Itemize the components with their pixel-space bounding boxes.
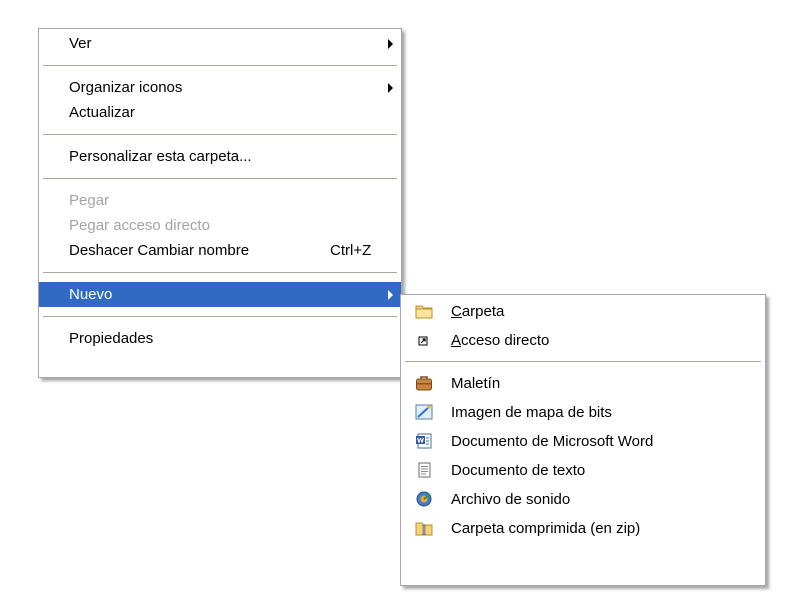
briefcase-icon: [416, 376, 432, 391]
sound-file-icon: [416, 491, 432, 507]
submenu-item-documento-texto[interactable]: Documento de texto: [401, 456, 765, 485]
menu-item-pegar: Pegar: [39, 188, 401, 213]
svg-text:W: W: [417, 437, 424, 445]
submenu-item-maletin[interactable]: Maletín: [401, 369, 765, 398]
menu-item-organizar-iconos[interactable]: Organizar iconos: [39, 75, 401, 100]
submenu-item-label: Documento de Microsoft Word: [451, 433, 654, 450]
submenu-item-acceso-directo[interactable]: Acceso directo: [401, 326, 765, 355]
submenu-item-label: Imagen de mapa de bits: [451, 404, 612, 421]
menu-item-pegar-acceso-directo: Pegar acceso directo: [39, 213, 401, 238]
menu-separator: [43, 178, 397, 179]
menu-item-label: Ver: [69, 35, 92, 52]
submenu-item-documento-word[interactable]: W Documento de Microsoft Word: [401, 427, 765, 456]
menu-item-label: Actualizar: [69, 104, 135, 121]
access-key-letter: A: [451, 332, 462, 349]
submenu-separator: [405, 361, 761, 362]
submenu-arrow-icon: [388, 39, 393, 49]
menu-item-label: Propiedades: [69, 330, 154, 347]
menu-item-label: Pegar: [69, 192, 110, 209]
menu-item-label: Deshacer Cambiar nombre: [69, 242, 250, 259]
context-menu: Ver Organizar iconos Actualizar Personal…: [38, 28, 402, 378]
submenu-item-carpeta[interactable]: Carpeta: [401, 297, 765, 326]
submenu-item-carpeta-comprimida[interactable]: Carpeta comprimida (en zip): [401, 514, 765, 543]
submenu-item-label: Carpeta comprimida (en zip): [451, 520, 641, 537]
menu-item-propiedades[interactable]: Propiedades: [39, 326, 401, 351]
word-document-icon: W: [416, 433, 432, 449]
zip-folder-icon: [415, 522, 433, 536]
menu-separator: [43, 316, 397, 317]
submenu-nuevo: Carpeta Acceso directo Maletín Imagen de…: [400, 294, 766, 586]
menu-item-personalizar[interactable]: Personalizar esta carpeta...: [39, 144, 401, 169]
menu-item-nuevo[interactable]: Nuevo: [39, 282, 401, 307]
access-key-letter: C: [451, 303, 462, 320]
menu-item-shortcut: Ctrl+Z: [330, 242, 372, 259]
submenu-item-imagen-mapa-bits[interactable]: Imagen de mapa de bits: [401, 398, 765, 427]
menu-separator: [43, 134, 397, 135]
bitmap-image-icon: [415, 404, 433, 420]
submenu-item-label: Documento de texto: [451, 462, 586, 479]
menu-item-label: Nuevo: [69, 286, 113, 303]
submenu-item-label: cceso directo: [461, 332, 550, 349]
shortcut-icon: [418, 336, 428, 346]
submenu-item-label: Archivo de sonido: [451, 491, 571, 508]
submenu-arrow-icon: [388, 290, 393, 300]
menu-item-ver[interactable]: Ver: [39, 31, 401, 56]
menu-item-label: Pegar acceso directo: [69, 217, 210, 234]
submenu-item-label: Maletín: [451, 375, 501, 392]
text-document-icon: [418, 462, 431, 478]
submenu-item-archivo-sonido[interactable]: Archivo de sonido: [401, 485, 765, 514]
menu-separator: [43, 65, 397, 66]
folder-icon: [415, 305, 433, 319]
submenu-arrow-icon: [388, 83, 393, 93]
submenu-item-label: arpeta: [461, 303, 505, 320]
menu-separator: [43, 272, 397, 273]
menu-item-deshacer[interactable]: Deshacer Cambiar nombre Ctrl+Z: [39, 238, 401, 263]
menu-item-label: Personalizar esta carpeta...: [69, 148, 252, 165]
menu-item-actualizar[interactable]: Actualizar: [39, 100, 401, 125]
menu-item-label: Organizar iconos: [69, 79, 183, 96]
